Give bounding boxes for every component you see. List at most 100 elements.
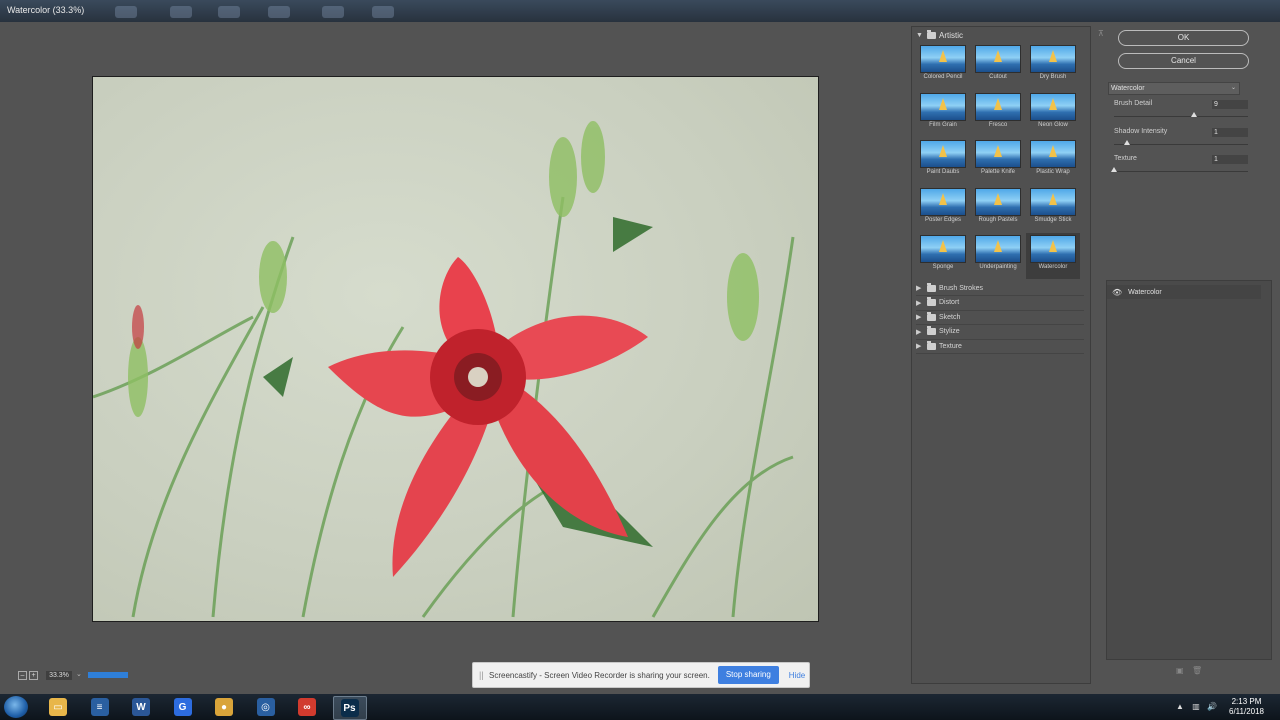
- network-icon[interactable]: ▥: [1191, 702, 1201, 712]
- stop-sharing-button[interactable]: Stop sharing: [717, 666, 779, 684]
- folder-icon: [927, 311, 936, 321]
- chevron-down-icon[interactable]: ⌄: [76, 670, 82, 678]
- filter-thumbnail[interactable]: Palette Knife: [971, 138, 1025, 184]
- drag-grip-icon[interactable]: ||: [479, 670, 484, 680]
- chevron-down-icon: ⌄: [1230, 85, 1236, 91]
- new-effect-layer-icon[interactable]: ▣: [1176, 666, 1184, 675]
- filter-thumbnail[interactable]: Fresco: [971, 91, 1025, 137]
- param-value-input[interactable]: 1: [1212, 127, 1248, 137]
- creative-cloud-icon: ∞: [298, 698, 316, 716]
- filter-thumbnail[interactable]: Rough Pastels: [971, 186, 1025, 232]
- start-button[interactable]: [4, 696, 28, 718]
- category-label: Distort: [939, 299, 960, 307]
- filter-thumbnail[interactable]: Colored Pencil: [916, 43, 970, 89]
- chevron-up-icon[interactable]: ▲: [1175, 702, 1185, 712]
- filter-thumbnail[interactable]: Smudge Stick: [1026, 186, 1080, 232]
- param-slider-track[interactable]: [1114, 116, 1248, 117]
- cancel-button[interactable]: Cancel: [1118, 53, 1249, 69]
- eye-icon[interactable]: 👁: [1112, 288, 1122, 297]
- filter-thumbnail[interactable]: Plastic Wrap: [1026, 138, 1080, 184]
- hide-button[interactable]: Hide: [789, 671, 805, 680]
- zoom-level[interactable]: 33.3%: [46, 671, 72, 680]
- filter-thumbnail[interactable]: Cutout: [971, 43, 1025, 89]
- filter-thumbnail-label: Smudge Stick: [1034, 216, 1072, 223]
- clock-date: 6/11/2018: [1229, 707, 1264, 716]
- taskbar-app[interactable]: G: [167, 696, 199, 718]
- category-artistic[interactable]: ▼ Artistic: [916, 30, 963, 40]
- filter-thumbnail-label: Rough Pastels: [978, 216, 1018, 223]
- filter-preview-image: [920, 45, 966, 73]
- param-value-input[interactable]: 9: [1212, 100, 1248, 109]
- filter-thumbnail[interactable]: Poster Edges: [916, 186, 970, 232]
- filter-thumbnail[interactable]: Dry Brush: [1026, 43, 1080, 89]
- taskbar-app[interactable]: ◎: [250, 696, 282, 718]
- system-tray: ▲ ▥ 🔊 2:13 PM 6/11/2018: [1175, 697, 1264, 717]
- param-slider-thumb[interactable]: [1191, 112, 1198, 117]
- delete-layer-icon[interactable]: 🗑: [1192, 666, 1202, 675]
- filter-thumbnail-label: Poster Edges: [924, 216, 962, 223]
- taskbar-app[interactable]: Ps: [332, 696, 367, 720]
- filter-preview-image: [1030, 235, 1076, 263]
- filter-thumbnail-label: Paint Daubs: [926, 169, 960, 175]
- filter-thumbnail-label: Palette Knife: [980, 169, 1016, 175]
- clock[interactable]: 2:13 PM 6/11/2018: [1229, 697, 1264, 717]
- filter-thumbnail[interactable]: Neon Glow: [1026, 91, 1080, 137]
- category-row[interactable]: ▶ Stylize: [916, 325, 1084, 340]
- category-row[interactable]: ▶ Sketch: [916, 310, 1084, 326]
- filter-thumbnail[interactable]: Sponge: [916, 233, 970, 279]
- effect-layer-name: Watercolor: [1128, 288, 1162, 296]
- category-row[interactable]: ▶ Distort: [916, 296, 1084, 311]
- filter-preview-image: [1030, 187, 1076, 216]
- triangle-right-icon: ▶: [916, 328, 922, 336]
- category-row[interactable]: ▶ Texture: [916, 339, 1084, 355]
- app-icon: ◎: [256, 698, 275, 716]
- filter-thumbnail-label: Sponge: [932, 264, 954, 270]
- filter-thumbnail[interactable]: Film Grain: [916, 91, 970, 137]
- param-slider-thumb[interactable]: [1111, 167, 1117, 172]
- filter-thumbnail-label: Film Grain: [929, 121, 957, 128]
- taskbar-app[interactable]: ∞: [291, 696, 323, 718]
- background-tab: [218, 6, 240, 18]
- volume-icon[interactable]: 🔊: [1207, 702, 1217, 712]
- zoom-out-button[interactable]: –: [18, 671, 27, 680]
- param-slider-track[interactable]: [1114, 143, 1248, 145]
- taskbar-app[interactable]: ▭: [42, 696, 74, 718]
- filter-preview-image: [975, 187, 1021, 216]
- collapse-gallery-icon[interactable]: ⊼: [1098, 29, 1104, 38]
- filter-thumbnail[interactable]: Underpainting: [971, 233, 1025, 279]
- ok-button[interactable]: OK: [1118, 30, 1249, 46]
- param-slider-track[interactable]: [1114, 171, 1248, 172]
- folder-icon: [927, 340, 936, 350]
- taskbar-app[interactable]: ≡: [84, 696, 116, 718]
- filter-preview-image: [1030, 45, 1076, 73]
- param-label: Texture: [1114, 155, 1137, 162]
- render-progress-bar: [88, 672, 128, 678]
- filter-thumbnail-label: Fresco: [988, 121, 1008, 128]
- filter-thumbnail-label: Dry Brush: [1039, 74, 1067, 80]
- taskbar-app[interactable]: W: [125, 696, 157, 718]
- category-artistic-label: Artistic: [939, 31, 963, 40]
- triangle-right-icon: ▶: [916, 343, 922, 351]
- zoom-in-button[interactable]: +: [29, 671, 38, 680]
- filter-thumbnail[interactable]: Paint Daubs: [916, 138, 970, 184]
- filter-thumbnail[interactable]: Watercolor: [1026, 233, 1080, 279]
- taskbar-app[interactable]: ●: [208, 696, 240, 718]
- word-icon: W: [132, 698, 150, 716]
- category-row[interactable]: ▶ Brush Strokes: [916, 281, 1084, 296]
- preview-image[interactable]: [92, 76, 819, 622]
- chrome-icon: ●: [215, 698, 233, 716]
- param-value-input[interactable]: 1: [1212, 155, 1248, 164]
- filter-thumbnail-label: Plastic Wrap: [1036, 169, 1070, 175]
- filter-thumbnail-label: Cutout: [989, 74, 1007, 80]
- param-slider-thumb[interactable]: [1124, 139, 1131, 145]
- triangle-right-icon: ▶: [916, 285, 922, 292]
- filter-thumbnail-label: Watercolor: [1038, 264, 1068, 270]
- folder-icon: [927, 30, 936, 39]
- folder-icon: [927, 297, 936, 307]
- effect-layer-row[interactable]: 👁 Watercolor: [1107, 285, 1261, 299]
- filter-preview-image: [920, 92, 966, 121]
- category-label: Texture: [939, 342, 962, 350]
- filter-select[interactable]: Watercolor ⌄: [1108, 82, 1240, 95]
- settings-panel: ⊼ OK Cancel Watercolor ⌄ Brush Detail 9 Sh…: [1098, 26, 1272, 682]
- param-label: Shadow Intensity: [1114, 127, 1168, 135]
